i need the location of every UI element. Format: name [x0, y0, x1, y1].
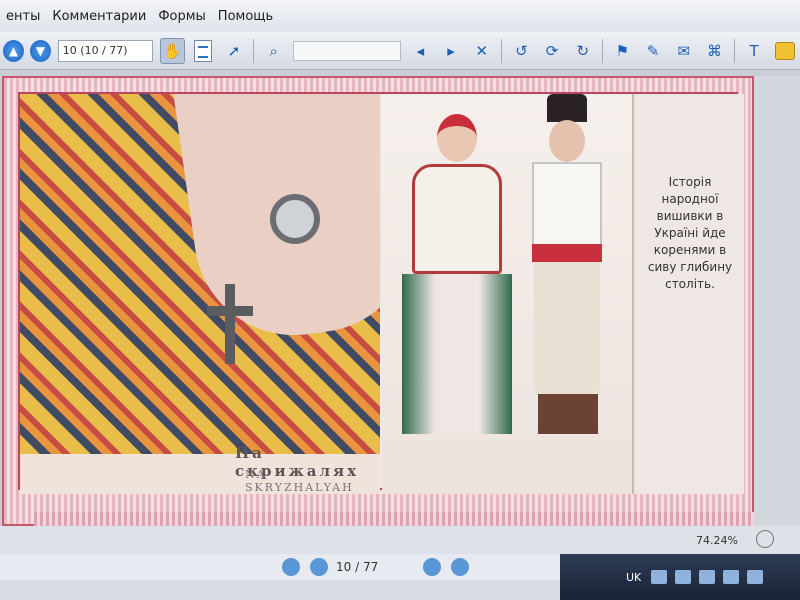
search-input[interactable]: [293, 40, 402, 61]
document-icon: [194, 39, 213, 62]
language-indicator[interactable]: UK: [626, 571, 641, 584]
pointer-tool-icon[interactable]: ➚: [222, 38, 247, 64]
previous-page-icon[interactable]: ▲: [3, 39, 24, 62]
embroidery-photo: На скрижалях NA-SKRYZHALYAH: [20, 94, 380, 494]
keyboard-icon[interactable]: [651, 570, 668, 584]
add-bookmark-icon[interactable]: ⚑: [610, 38, 635, 64]
slide-frame: На скрижалях NA-SKRYZHALYAH Історія наро…: [2, 76, 754, 530]
man-boots: [538, 394, 598, 434]
system-taskbar: UK: [560, 554, 800, 600]
clear-search-icon[interactable]: ✕: [469, 38, 494, 64]
text-select-icon[interactable]: [191, 38, 216, 64]
woman-shirt: [412, 164, 502, 274]
rotate-right-icon[interactable]: ↻: [570, 38, 595, 64]
status-bar: 74.24%: [0, 526, 800, 554]
medallion-necklace: [270, 194, 320, 244]
note-icon: [774, 41, 795, 60]
nav-last-icon[interactable]: [451, 558, 469, 576]
toolbar-separator: [602, 38, 604, 63]
menu-comments[interactable]: Комментарии: [46, 9, 152, 24]
man-belt: [532, 244, 602, 262]
monitor-screen: енты Комментарии Формы Помощь ▲ ▼ 10 (10…: [0, 0, 800, 600]
page-indicator: 10 / 77: [336, 560, 379, 574]
menu-forms[interactable]: Формы: [152, 9, 211, 24]
woman-figure: [402, 114, 512, 454]
menu-documents[interactable]: енты: [0, 9, 46, 24]
menu-bar: енты Комментарии Формы Помощь: [0, 0, 800, 32]
highlight-icon[interactable]: ✎: [641, 38, 666, 64]
hand-tool-icon[interactable]: ✋: [160, 37, 185, 64]
toolbar-separator: [501, 38, 503, 63]
network-icon[interactable]: [699, 570, 716, 584]
man-shirt: [532, 162, 602, 252]
woman-skirt: [402, 274, 512, 434]
rotate-left-icon[interactable]: ↺: [509, 38, 534, 64]
toolbar-separator: [733, 38, 735, 63]
zoom-circle-icon[interactable]: [756, 530, 774, 548]
nav-first-icon[interactable]: [282, 558, 300, 576]
man-pants: [534, 262, 600, 402]
comment-icon[interactable]: ✉: [671, 38, 696, 64]
tray-icon[interactable]: [675, 570, 692, 584]
folk-costume-figures: [382, 94, 632, 494]
flag-icon[interactable]: [747, 570, 764, 584]
page-number-field[interactable]: 10 (10 / 77): [57, 39, 154, 62]
nav-next-icon[interactable]: [423, 558, 441, 576]
volume-icon[interactable]: [723, 570, 740, 584]
find-previous-icon[interactable]: ◂: [408, 38, 433, 64]
man-hat: [547, 94, 587, 122]
rotate-icon[interactable]: ⟳: [540, 38, 565, 64]
text-panel: Історія народної вишивки в Україні йде к…: [632, 94, 744, 494]
zoom-level[interactable]: 74.24%: [696, 534, 738, 547]
toolbar-separator: [253, 38, 255, 63]
typewriter-icon[interactable]: T: [742, 38, 767, 64]
woman-head: [437, 114, 477, 162]
history-text: Історія народної вишивки в Україні йде к…: [647, 175, 733, 291]
right-side-panel: [754, 76, 800, 526]
nav-prev-icon[interactable]: [310, 558, 328, 576]
sticky-note-icon[interactable]: [772, 38, 797, 64]
slide-content: На скрижалях NA-SKRYZHALYAH Історія наро…: [18, 92, 754, 530]
man-head: [549, 120, 585, 162]
caption-subtitle: NA-SKRYZHALYAH: [245, 468, 354, 494]
find-next-icon[interactable]: ▸: [439, 38, 464, 64]
next-page-icon[interactable]: ▼: [29, 39, 51, 62]
find-binoculars-icon[interactable]: ⌕: [261, 38, 286, 64]
menu-help[interactable]: Помощь: [212, 9, 279, 24]
attach-icon[interactable]: ⌘: [702, 38, 727, 64]
cross-pendant: [207, 284, 253, 364]
main-toolbar: ▲ ▼ 10 (10 / 77) ✋ ➚ ⌕ ◂ ▸ ✕ ↺ ⟳ ↻ ⚑ ✎ ✉…: [0, 32, 800, 70]
man-figure: [512, 94, 622, 454]
